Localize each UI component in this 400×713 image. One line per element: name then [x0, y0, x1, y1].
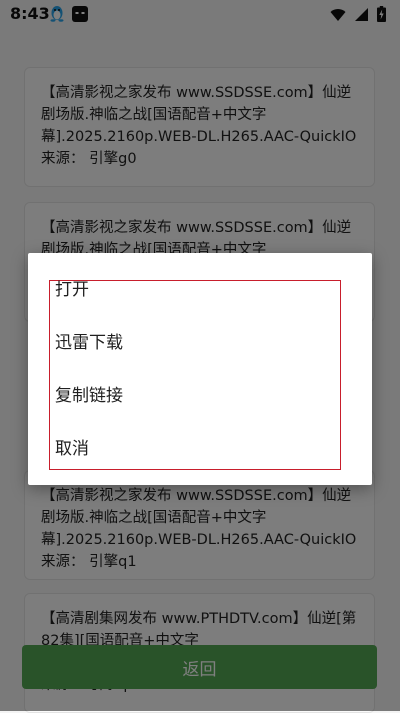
- action-dialog: 打开 迅雷下载 复制链接 取消: [28, 253, 372, 485]
- menu-item-open[interactable]: 打开: [55, 272, 335, 308]
- menu-item-copy-link[interactable]: 复制链接: [55, 378, 335, 414]
- menu-item-thunder-download[interactable]: 迅雷下载: [55, 325, 335, 361]
- menu-item-cancel[interactable]: 取消: [55, 431, 335, 467]
